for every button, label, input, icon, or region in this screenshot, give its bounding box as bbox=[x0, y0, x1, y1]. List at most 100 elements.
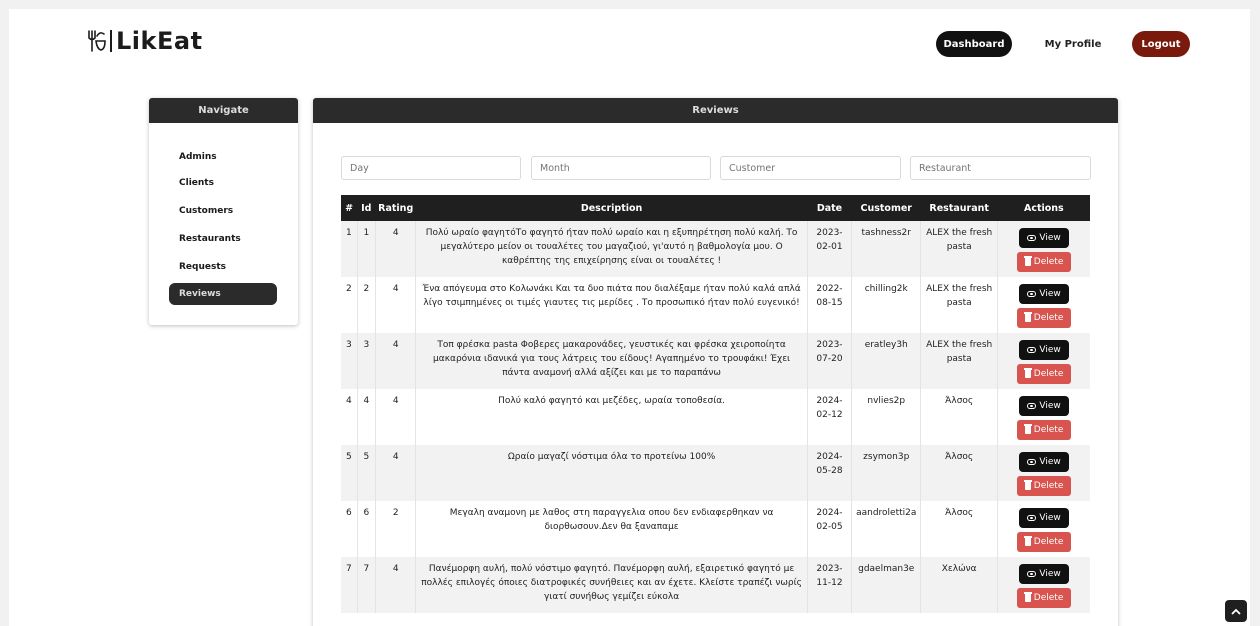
restaurant-filter-input[interactable] bbox=[910, 156, 1091, 180]
description-cell: Τοπ φρέσκα pasta Φοβερες μακαρονάδες, γε… bbox=[415, 333, 808, 389]
my-profile-link[interactable]: My Profile bbox=[1035, 31, 1111, 57]
sidebar-item-requests[interactable]: Requests bbox=[169, 256, 277, 278]
description-cell: Πανέμορφη αυλή, πολύ νόστιμο φαγητό. Παν… bbox=[415, 557, 808, 613]
description-cell: Ωραίο μαγαζί νόστιμα όλα το προτείνω 100… bbox=[415, 445, 808, 501]
eye-icon bbox=[1027, 291, 1037, 297]
delete-button[interactable]: Delete bbox=[1017, 588, 1072, 608]
actions-cell: View Delete bbox=[997, 277, 1090, 333]
description-cell: Πολύ καλό φαγητό και μεζέδες, ωραία τοπο… bbox=[415, 389, 808, 445]
trash-icon bbox=[1023, 368, 1032, 378]
view-label: View bbox=[1039, 569, 1061, 579]
delete-button[interactable]: Delete bbox=[1017, 476, 1072, 496]
date-cell: 2024-02-05 bbox=[807, 501, 853, 557]
view-button[interactable]: View bbox=[1019, 340, 1070, 360]
rating-cell: 4 bbox=[375, 333, 417, 389]
restaurant-cell: Άλσος bbox=[920, 445, 999, 501]
delete-button[interactable]: Delete bbox=[1017, 420, 1072, 440]
sidebar: Navigate Admins Clients Customers Restau… bbox=[149, 98, 298, 325]
eye-icon bbox=[1027, 515, 1037, 521]
table-row: 3 3 4 Τοπ φρέσκα pasta Φοβερες μακαρονάδες,… bbox=[341, 333, 1090, 389]
column-header[interactable]: Description bbox=[415, 195, 808, 221]
restaurant-cell: Χελώνα bbox=[920, 557, 999, 613]
date-cell: 2024-02-12 bbox=[807, 389, 853, 445]
page: LikEat Dashboard My Profile Logout Navig… bbox=[9, 9, 1250, 626]
customer-filter-input[interactable] bbox=[720, 156, 901, 180]
month-filter-input[interactable] bbox=[531, 156, 711, 180]
view-button[interactable]: View bbox=[1019, 396, 1070, 416]
table-row: 1 1 4 Πολύ ωραίο φαγητόΤο φαγητό ήταν πολύ … bbox=[341, 221, 1090, 277]
day-filter-input[interactable] bbox=[341, 156, 521, 180]
table-row: 4 4 4 Πολύ καλό φαγητό και μεζέδες, ωραία τ… bbox=[341, 389, 1090, 445]
delete-label: Delete bbox=[1033, 369, 1064, 379]
column-header[interactable]: Rating bbox=[375, 195, 416, 221]
view-button[interactable]: View bbox=[1019, 508, 1070, 528]
eye-icon bbox=[1027, 235, 1037, 241]
sidebar-item-restaurants[interactable]: Restaurants bbox=[169, 228, 277, 250]
rating-cell: 4 bbox=[375, 389, 417, 445]
column-header[interactable]: Restaurant bbox=[920, 195, 998, 221]
logo-divider bbox=[110, 30, 112, 52]
eye-icon bbox=[1027, 403, 1037, 409]
customer-cell: nvlies2p bbox=[851, 389, 922, 445]
column-header[interactable]: Id bbox=[357, 195, 376, 221]
actions-cell: View Delete bbox=[997, 557, 1090, 613]
column-header[interactable]: Date bbox=[807, 195, 852, 221]
id-cell: 6 bbox=[357, 501, 376, 557]
delete-button[interactable]: Delete bbox=[1017, 364, 1072, 384]
customer-cell: eratley3h bbox=[851, 333, 922, 389]
restaurant-cell: Άλσος bbox=[920, 389, 999, 445]
customer-cell: aandroletti2a bbox=[851, 501, 922, 557]
sidebar-title: Navigate bbox=[149, 98, 298, 123]
date-cell: 2023-07-20 bbox=[807, 333, 853, 389]
view-button[interactable]: View bbox=[1019, 564, 1070, 584]
view-button[interactable]: View bbox=[1019, 452, 1070, 472]
row-number-cell: 7 bbox=[341, 557, 358, 613]
sidebar-item-admins[interactable]: Admins bbox=[169, 146, 277, 168]
delete-button[interactable]: Delete bbox=[1017, 532, 1072, 552]
logout-button[interactable]: Logout bbox=[1132, 31, 1190, 57]
reviews-title: Reviews bbox=[313, 98, 1118, 123]
date-cell: 2023-11-12 bbox=[807, 557, 853, 613]
reviews-panel: Reviews # Id Rating Description Date Cus… bbox=[313, 98, 1118, 626]
trash-icon bbox=[1023, 312, 1032, 322]
trash-icon bbox=[1023, 536, 1032, 546]
trash-icon bbox=[1023, 480, 1032, 490]
row-number-cell: 1 bbox=[341, 221, 358, 277]
restaurant-cell: ALEX the fresh pasta bbox=[920, 333, 999, 389]
id-cell: 7 bbox=[357, 557, 376, 613]
actions-cell: View Delete bbox=[997, 221, 1090, 277]
eye-icon bbox=[1027, 571, 1037, 577]
view-button[interactable]: View bbox=[1019, 228, 1070, 248]
date-cell: 2024-05-28 bbox=[807, 445, 853, 501]
delete-button[interactable]: Delete bbox=[1017, 252, 1072, 272]
trash-icon bbox=[1023, 592, 1032, 602]
rating-cell: 4 bbox=[375, 445, 417, 501]
logo[interactable]: LikEat bbox=[86, 27, 203, 55]
sidebar-item-reviews[interactable]: Reviews bbox=[169, 283, 277, 305]
reviews-table: # Id Rating Description Date Customer Re… bbox=[341, 195, 1090, 613]
delete-button[interactable]: Delete bbox=[1017, 308, 1072, 328]
dashboard-button[interactable]: Dashboard bbox=[936, 31, 1012, 57]
view-button[interactable]: View bbox=[1019, 284, 1070, 304]
rating-cell: 4 bbox=[375, 557, 417, 613]
rating-cell: 2 bbox=[375, 501, 417, 557]
delete-label: Delete bbox=[1033, 481, 1064, 491]
description-cell: Πολύ ωραίο φαγητόΤο φαγητό ήταν πολύ ωρα… bbox=[415, 221, 808, 277]
eye-icon bbox=[1027, 347, 1037, 353]
scroll-to-top-button[interactable] bbox=[1225, 600, 1247, 622]
row-number-cell: 3 bbox=[341, 333, 358, 389]
rating-cell: 4 bbox=[375, 277, 417, 333]
delete-label: Delete bbox=[1033, 425, 1064, 435]
column-header[interactable]: Customer bbox=[851, 195, 921, 221]
delete-label: Delete bbox=[1033, 257, 1064, 267]
sidebar-item-customers[interactable]: Customers bbox=[169, 200, 277, 222]
column-header: Actions bbox=[997, 195, 1090, 221]
column-header[interactable]: # bbox=[341, 195, 358, 221]
delete-label: Delete bbox=[1033, 537, 1064, 547]
sidebar-item-clients[interactable]: Clients bbox=[169, 172, 277, 194]
actions-cell: View Delete bbox=[997, 333, 1090, 389]
id-cell: 3 bbox=[357, 333, 376, 389]
eye-icon bbox=[1027, 459, 1037, 465]
date-cell: 2022-08-15 bbox=[807, 277, 853, 333]
logo-text: LikEat bbox=[116, 27, 203, 55]
